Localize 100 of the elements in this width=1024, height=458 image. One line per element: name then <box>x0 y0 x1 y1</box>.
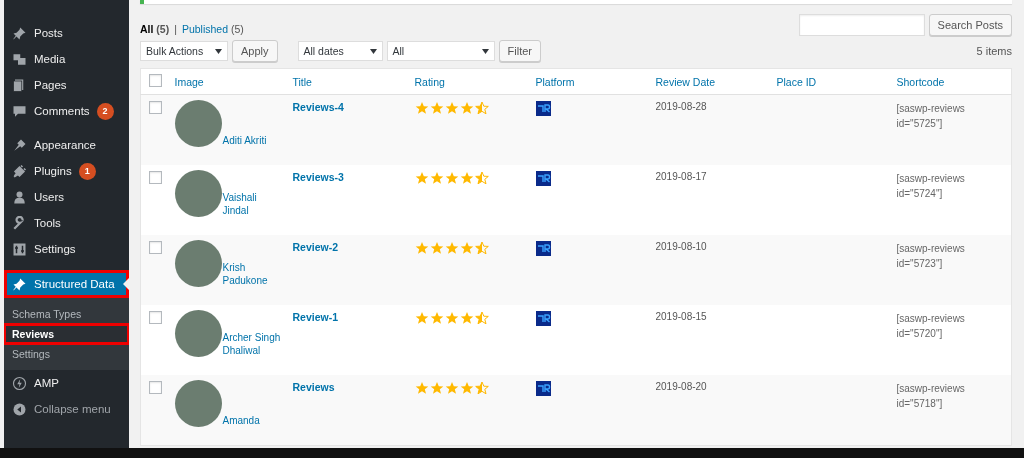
star-icon <box>414 311 429 325</box>
star-icon <box>459 311 474 325</box>
caret-icon <box>215 48 222 54</box>
menu-item[interactable]: Comments 2 <box>4 98 129 124</box>
star-icon <box>474 381 489 395</box>
avatar-circle <box>174 380 222 427</box>
view-link[interactable]: Published (5) <box>181 23 244 35</box>
avatar-circle <box>174 170 222 217</box>
menu-item[interactable]: Media <box>4 46 129 72</box>
review-date: 2019-08-15 <box>655 311 707 322</box>
speech-bubble-icon <box>12 103 27 119</box>
submenu-item[interactable]: Reviews <box>4 324 129 344</box>
menu-item[interactable]: Plugins 1 <box>4 158 129 184</box>
row-checkbox[interactable] <box>149 381 162 394</box>
platform-logo-icon <box>535 171 551 186</box>
star-icon <box>429 311 444 325</box>
bulk-actions-dropdown[interactable]: Bulk Actions <box>140 41 228 61</box>
platform-logo-icon <box>535 101 551 116</box>
column-header[interactable]: Platform <box>535 75 575 88</box>
star-icon <box>444 101 459 115</box>
wrench-icon <box>12 215 27 231</box>
lightning-icon <box>12 375 27 391</box>
shortcode-text: [saswp-reviews id="5724"] <box>896 173 965 199</box>
review-title-link[interactable]: Reviews-4 <box>292 101 344 113</box>
column-header[interactable]: Place ID <box>776 75 817 88</box>
avatar-circle <box>174 100 222 147</box>
person-icon <box>12 189 27 205</box>
review-date: 2019-08-10 <box>655 241 707 252</box>
apply-button[interactable]: Apply <box>232 40 278 62</box>
menu-item[interactable]: Collapse menu <box>4 396 129 422</box>
star-icon <box>459 171 474 185</box>
filter-dropdown[interactable]: All <box>386 41 495 61</box>
star-icon <box>429 241 444 255</box>
platform-logo-icon <box>535 241 551 256</box>
submenu-item[interactable]: Schema Types <box>4 304 129 324</box>
reviewer-link[interactable]: Amanda <box>222 414 260 427</box>
shortcode-text: [saswp-reviews id="5725"] <box>896 103 965 129</box>
media-icon <box>12 51 27 67</box>
row-checkbox[interactable] <box>149 241 162 254</box>
star-icon <box>474 241 489 255</box>
review-date: 2019-08-17 <box>655 171 707 182</box>
avatar-circle <box>174 310 222 357</box>
shortcode-text: [saswp-reviews id="5720"] <box>896 313 965 339</box>
star-icon <box>474 101 489 115</box>
star-icon <box>429 381 444 395</box>
item-count: 5 items <box>976 45 1012 57</box>
review-title-link[interactable]: Review-1 <box>292 311 339 323</box>
reviewer-link[interactable]: Aditi Akriti <box>222 134 267 147</box>
view-link[interactable]: All (5) <box>140 23 170 35</box>
caret-icon <box>481 48 489 54</box>
column-header[interactable]: Image <box>174 75 204 88</box>
review-date: 2019-08-28 <box>655 101 707 112</box>
star-icon <box>444 381 459 395</box>
filter-button[interactable]: Filter <box>498 40 541 62</box>
row-checkbox[interactable] <box>149 101 162 114</box>
menu-item[interactable]: Appearance <box>4 132 129 158</box>
submenu-item[interactable]: Settings <box>4 344 129 364</box>
review-title-link[interactable]: Reviews-3 <box>292 171 344 183</box>
sliders-icon <box>12 241 27 257</box>
separator: | <box>174 23 177 35</box>
menu-item[interactable]: Structured Data <box>4 270 129 298</box>
caret-icon <box>369 48 377 54</box>
pushpin-icon <box>12 276 27 292</box>
column-header[interactable]: Rating <box>414 75 445 88</box>
star-icon <box>429 171 444 185</box>
count-badge: 1 <box>78 162 96 180</box>
star-icon <box>459 241 474 255</box>
platform-logo-icon <box>535 311 551 326</box>
reviewer-link[interactable]: Vaishali Jindal <box>222 191 283 217</box>
star-icon <box>444 171 459 185</box>
menu-item[interactable]: Pages <box>4 72 129 98</box>
reviewer-link[interactable]: Krish Padukone <box>222 261 283 287</box>
column-header[interactable]: Shortcode <box>896 75 945 88</box>
collapse-icon <box>12 401 27 417</box>
row-checkbox[interactable] <box>149 171 162 184</box>
star-icon <box>474 171 489 185</box>
select-all-checkbox[interactable] <box>149 74 162 87</box>
star-icon <box>474 311 489 325</box>
menu-item[interactable]: Tools <box>4 210 129 236</box>
pushpin-icon <box>12 25 27 41</box>
count-badge: 2 <box>96 102 114 120</box>
column-header[interactable]: Title <box>292 75 312 88</box>
star-icon <box>414 381 429 395</box>
menu-item[interactable]: Settings <box>4 236 129 262</box>
review-title-link[interactable]: Reviews <box>292 381 335 393</box>
paintbrush-icon <box>12 137 27 153</box>
column-header[interactable]: Review Date <box>655 75 716 88</box>
avatar-circle <box>174 240 222 287</box>
menu-item[interactable]: Posts <box>4 20 129 46</box>
reviewer-link[interactable]: Archer Singh Dhaliwal <box>222 331 283 357</box>
row-checkbox[interactable] <box>149 311 162 324</box>
filter-dropdown[interactable]: All dates <box>297 41 383 61</box>
shortcode-text: [saswp-reviews id="5718"] <box>896 383 965 409</box>
review-title-link[interactable]: Review-2 <box>292 241 339 253</box>
menu-item[interactable]: Users <box>4 184 129 210</box>
search-field[interactable] <box>798 14 925 36</box>
plug-icon <box>12 163 27 179</box>
search-button[interactable]: Search Posts <box>928 14 1012 36</box>
star-icon <box>459 101 474 115</box>
menu-item[interactable]: AMP <box>4 370 129 396</box>
